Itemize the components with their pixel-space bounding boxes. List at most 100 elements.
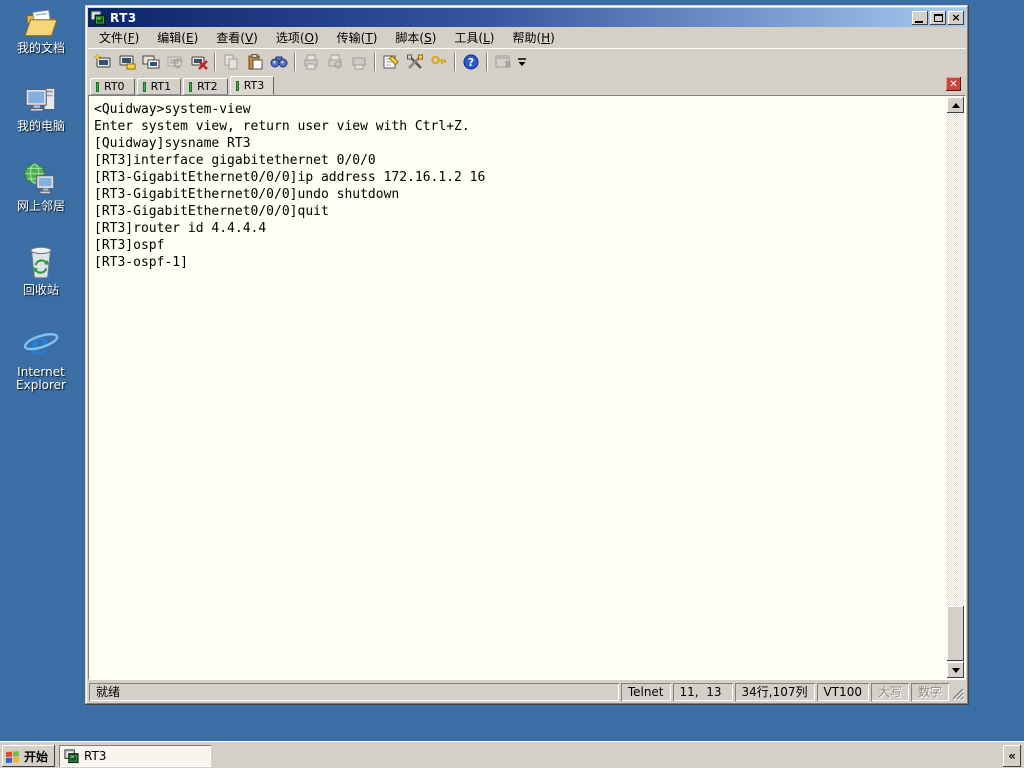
status-emulation: VT100 (817, 683, 869, 701)
scrollbar-thumb[interactable] (947, 606, 964, 661)
reconnect-icon (167, 56, 183, 68)
svg-text:?: ? (468, 56, 474, 69)
status-screen-size: 34行,107列 (735, 683, 815, 701)
desktop-icon-label: 我的电脑 (16, 119, 65, 133)
tab-rt0[interactable]: RT0 (90, 78, 135, 95)
resize-grip[interactable] (951, 685, 965, 701)
help-icon: ? (463, 54, 479, 69)
key-agent-button[interactable] (427, 51, 451, 73)
menu-file[interactable]: 文件(F) (90, 27, 148, 48)
tab-rt3[interactable]: RT3 (229, 76, 275, 95)
print-preview-button (323, 51, 347, 73)
menu-bar: 文件(F) 编辑(E) 查看(V) 选项(O) 传输(T) 脚本(S) 工具(L… (88, 27, 966, 48)
terminal-output: <Quidway>system-view Enter system view, … (94, 102, 486, 270)
desktop-icon-label: 我的文档 (16, 41, 65, 55)
vertical-scrollbar[interactable] (947, 97, 964, 678)
connected-indicator-icon (142, 81, 146, 92)
arrow-up-icon (951, 99, 960, 108)
minimize-icon (915, 20, 923, 23)
connect-in-tab-icon (142, 55, 160, 68)
status-bar: 就绪 Telnet 11, 13 34行,107列 VT100 大写 数字 (88, 680, 966, 702)
quick-connect-icon (94, 53, 111, 67)
tray-collapse-button[interactable]: « (1003, 745, 1021, 767)
scroll-down-button[interactable] (947, 662, 964, 678)
desktop-icon-recycle-bin[interactable]: 回收站 (1, 242, 81, 297)
key-agent-icon (431, 55, 446, 64)
menu-view[interactable]: 查看(V) (207, 27, 267, 48)
menu-help[interactable]: 帮助(H) (503, 27, 563, 48)
desktop-icon-label: Internet Explorer (16, 365, 66, 392)
desktop-icon-my-computer[interactable]: 我的电脑 (1, 82, 81, 133)
taskbar: 开始 RT3 « (0, 741, 1024, 768)
recycle-bin-icon (30, 246, 52, 279)
toolbar-separator (454, 52, 456, 71)
maximize-button[interactable] (930, 10, 946, 25)
disconnect-button[interactable] (187, 51, 211, 73)
connect-button[interactable] (115, 51, 139, 73)
internet-explorer-icon: e (23, 327, 59, 362)
toolbar-separator (374, 52, 376, 71)
desktop-icon-network-places[interactable]: 网上邻居 (1, 162, 81, 213)
my-computer-icon (25, 87, 56, 112)
menu-transfer[interactable]: 传输(T) (328, 27, 387, 48)
tab-label: RT0 (104, 80, 125, 93)
menu-tools[interactable]: 工具(L) (445, 27, 503, 48)
close-icon: × (951, 11, 961, 24)
desktop-icon-my-documents[interactable]: 我的文档 (1, 6, 81, 55)
desktop-icon-internet-explorer[interactable]: e Internet Explorer (1, 326, 81, 392)
toolbar: ? B (88, 48, 966, 74)
print-icon (304, 54, 318, 69)
reconnect-button (163, 51, 187, 73)
task-label: RT3 (84, 749, 107, 763)
menu-edit[interactable]: 编辑(E) (148, 27, 207, 48)
quick-connect-button[interactable] (91, 51, 115, 73)
session-options-button[interactable] (379, 51, 403, 73)
print-setup-icon (352, 57, 366, 69)
chevron-left-double-icon: « (1008, 749, 1016, 763)
desktop: { "colors": { "desktop_bg": "#3A6EA5", "… (0, 0, 1024, 768)
tab-rt2[interactable]: RT2 (183, 78, 228, 95)
connect-icon (119, 55, 136, 69)
scroll-up-button[interactable] (947, 97, 964, 113)
status-protocol: Telnet (621, 683, 671, 701)
tab-close-button[interactable]: ✕ (946, 77, 961, 91)
disconnect-icon (191, 56, 208, 70)
menu-options[interactable]: 选项(O) (267, 27, 328, 48)
global-options-icon (407, 54, 423, 69)
tab-label: RT3 (243, 79, 265, 92)
print-preview-icon (328, 54, 342, 68)
toolbar-overflow-button[interactable] (515, 51, 529, 73)
close-button[interactable]: × (948, 10, 964, 25)
start-button[interactable]: 开始 (2, 745, 56, 767)
windows-logo-icon (6, 750, 19, 763)
toolbar-separator (294, 52, 296, 71)
find-icon (270, 56, 288, 67)
toolbar-overflow-icon (518, 57, 526, 66)
connect-in-tab-button[interactable] (139, 51, 163, 73)
menu-script[interactable]: 脚本(S) (386, 27, 445, 48)
print-button (299, 51, 323, 73)
arrow-down-icon (951, 667, 960, 677)
my-documents-icon (24, 9, 58, 37)
print-setup-button (347, 51, 371, 73)
tab-rt1[interactable]: RT1 (136, 78, 182, 95)
help-button[interactable]: ? (459, 51, 483, 73)
copy-button (219, 51, 243, 73)
terminal-viewport[interactable]: <Quidway>system-view Enter system view, … (90, 97, 947, 678)
securefx-icon: B (495, 55, 511, 69)
find-button[interactable] (267, 51, 291, 73)
title-bar[interactable]: RT3 × (88, 8, 966, 27)
global-options-button[interactable] (403, 51, 427, 73)
taskbar-task-rt3[interactable]: RT3 (59, 745, 211, 767)
paste-button[interactable] (243, 51, 267, 73)
desktop-icon-label: 网上邻居 (16, 199, 65, 213)
maximize-icon (933, 13, 943, 22)
session-tab-bar: RT0 RT1 RT2 RT3 ✕ (88, 74, 966, 95)
network-places-icon (24, 163, 55, 195)
tab-label: RT2 (197, 80, 218, 93)
paste-icon (248, 53, 263, 69)
securefx-button: B (491, 51, 515, 73)
start-label: 开始 (24, 749, 49, 764)
minimize-button[interactable] (912, 10, 928, 25)
status-num-lock: 数字 (911, 683, 949, 701)
